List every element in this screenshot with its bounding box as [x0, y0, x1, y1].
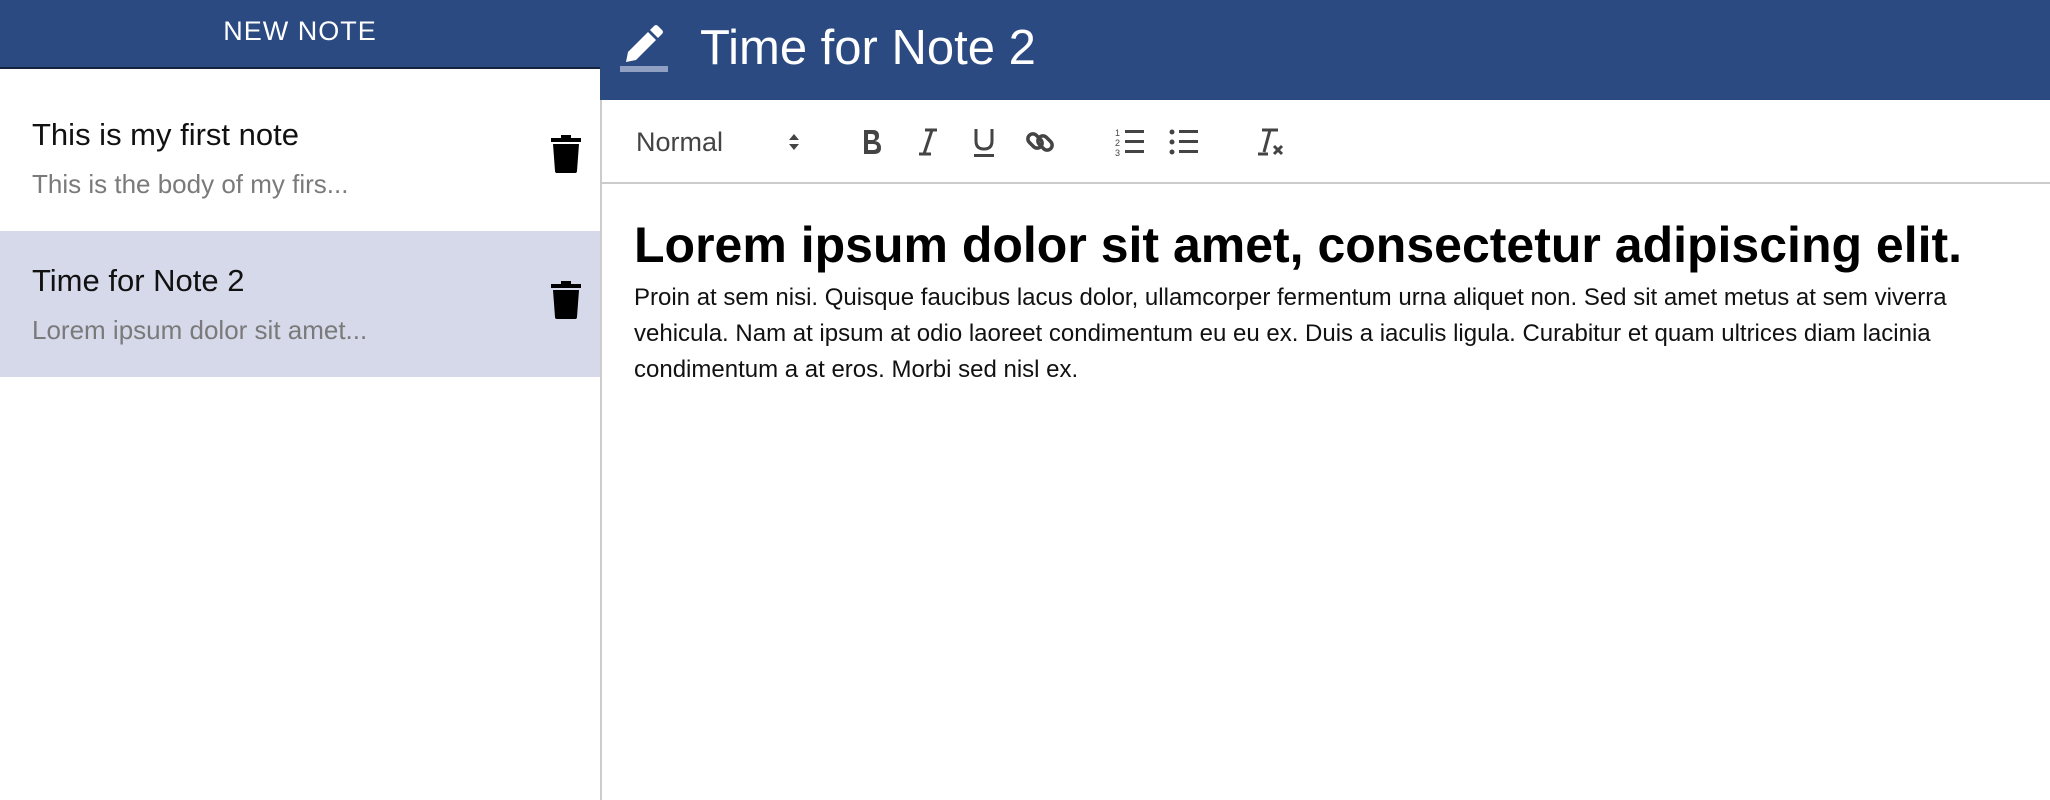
clear-format-icon	[1258, 128, 1284, 156]
ordered-list-icon: 1 2 3	[1115, 128, 1144, 158]
editor-toolbar: Normal 1 2 3	[600, 100, 2050, 184]
delete-note-button[interactable]	[548, 132, 584, 176]
svg-text:3: 3	[1115, 148, 1120, 158]
underline-icon	[974, 129, 994, 157]
select-arrows-icon	[789, 134, 799, 150]
trash-icon	[551, 281, 581, 319]
format-select[interactable]: Normal	[636, 122, 816, 162]
editor-header: Time for Note 2	[600, 0, 2050, 100]
italic-icon	[919, 128, 937, 156]
sidebar: NEW NOTE This is my first note This is t…	[0, 0, 600, 800]
note-preview: Lorem ipsum dolor sit amet...	[32, 315, 368, 345]
clear-format-button[interactable]	[1250, 122, 1290, 162]
note-title-heading[interactable]: Time for Note 2	[700, 20, 1036, 76]
trash-icon	[551, 135, 581, 173]
note-list: This is my first note This is the body o…	[0, 85, 600, 377]
content-heading[interactable]: Lorem ipsum dolor sit amet, consectetur …	[634, 216, 1962, 274]
new-note-label: NEW NOTE	[223, 16, 377, 46]
content-paragraph[interactable]: Proin at sem nisi. Quisque faucibus lacu…	[634, 280, 2029, 388]
link-icon	[1026, 132, 1054, 152]
ordered-list-button[interactable]: 1 2 3	[1110, 122, 1150, 162]
delete-note-button[interactable]	[548, 278, 584, 322]
underline-button[interactable]	[964, 122, 1004, 162]
note-title: This is my first note	[32, 117, 299, 152]
link-button[interactable]	[1020, 122, 1060, 162]
format-select-value: Normal	[636, 126, 724, 157]
bullet-list-icon	[1169, 129, 1198, 155]
bold-icon	[864, 130, 881, 154]
bold-button[interactable]	[852, 122, 892, 162]
note-title: Time for Note 2	[32, 263, 245, 298]
svg-text:1: 1	[1115, 128, 1120, 138]
bullet-list-button[interactable]	[1164, 122, 1204, 162]
svg-text:2: 2	[1115, 138, 1120, 148]
note-list-item-selected[interactable]: Time for Note 2 Lorem ipsum dolor sit am…	[0, 231, 600, 377]
italic-button[interactable]	[908, 122, 948, 162]
pencil-icon	[620, 25, 668, 72]
note-preview: This is the body of my firs...	[32, 169, 349, 199]
notes-app: NEW NOTE This is my first note This is t…	[0, 0, 2050, 800]
note-list-item[interactable]: This is my first note This is the body o…	[0, 85, 600, 231]
new-note-button[interactable]: NEW NOTE	[0, 0, 600, 69]
editor-content[interactable]: Lorem ipsum dolor sit amet, consectetur …	[600, 184, 2050, 800]
